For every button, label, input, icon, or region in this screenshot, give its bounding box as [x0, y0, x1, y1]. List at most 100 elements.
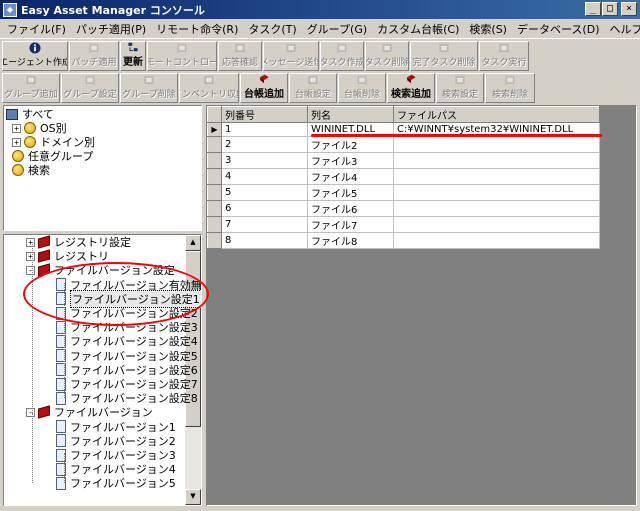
- menu-item-0[interactable]: ファイル(F): [2, 21, 71, 37]
- treeBottom-node[interactable]: ファイルバージョン設定7: [56, 377, 198, 391]
- table-cell[interactable]: ファイル4: [307, 168, 394, 185]
- toolbar1-button-4[interactable]: 応答確認: [218, 41, 262, 71]
- table-cell[interactable]: [393, 232, 600, 249]
- row-header-cell[interactable]: ▶: [207, 122, 222, 137]
- treeBottom-node[interactable]: ファイルバージョン設定6: [56, 363, 198, 377]
- menu-item-7[interactable]: データベース(D): [512, 21, 605, 37]
- table-row[interactable]: 2 ファイル2: [207, 136, 600, 153]
- treeBottom-node[interactable]: + レジストリ: [26, 249, 109, 263]
- table-cell[interactable]: [393, 184, 600, 201]
- maximize-button[interactable]: □: [602, 2, 618, 16]
- column-header-1[interactable]: 列名: [307, 106, 394, 123]
- treeTop-node[interactable]: 任意グループ: [12, 149, 93, 163]
- minimize-button[interactable]: _: [585, 2, 601, 16]
- toolbar1-button-5[interactable]: メッセージ送信: [263, 41, 319, 71]
- info-icon: [29, 42, 41, 54]
- toolbar2-button-8[interactable]: 検索設定: [436, 73, 484, 103]
- table-cell[interactable]: 7: [221, 216, 308, 233]
- table-cell[interactable]: [393, 168, 600, 185]
- toolbar2-button-3[interactable]: インベントリ収集: [179, 73, 239, 103]
- menu-item-8[interactable]: ヘルプ(H): [605, 21, 640, 37]
- table-row[interactable]: 3 ファイル3: [207, 152, 600, 169]
- expand-plus-icon[interactable]: +: [12, 123, 21, 133]
- toolbar2-button-4[interactable]: 台帳追加: [240, 73, 288, 103]
- treeTop-node[interactable]: すべて: [6, 107, 54, 121]
- table-row[interactable]: 4 ファイル4: [207, 168, 600, 185]
- menu-item-6[interactable]: 検索(S): [464, 21, 512, 37]
- table-cell[interactable]: ファイル8: [307, 232, 394, 249]
- collapse-minus-icon[interactable]: -: [26, 265, 35, 275]
- table-cell[interactable]: ファイル6: [307, 200, 394, 217]
- treeBottom-node[interactable]: ファイルバージョン5: [56, 476, 176, 490]
- row-header-cell[interactable]: [207, 216, 222, 233]
- expand-plus-icon[interactable]: +: [12, 137, 21, 147]
- expand-plus-icon[interactable]: +: [26, 251, 35, 261]
- table-cell[interactable]: 3: [221, 152, 308, 169]
- toolbar2-button-2[interactable]: グループ削除: [120, 73, 178, 103]
- treeBottom-node[interactable]: ファイルバージョン3: [56, 448, 176, 462]
- table-cell[interactable]: [393, 136, 600, 153]
- toolbar1-button-6[interactable]: タスク作成: [320, 41, 364, 71]
- table-cell[interactable]: ファイル7: [307, 216, 394, 233]
- toolbar1-button-3[interactable]: リモートコントロール: [147, 41, 217, 71]
- row-header-cell[interactable]: [207, 152, 222, 169]
- table-row[interactable]: 5 ファイル5: [207, 184, 600, 201]
- table-cell[interactable]: ファイル5: [307, 184, 394, 201]
- row-header-cell[interactable]: [207, 200, 222, 217]
- table-cell[interactable]: 1: [221, 122, 308, 137]
- row-header-cell[interactable]: [207, 168, 222, 185]
- table-cell[interactable]: ファイル3: [307, 152, 394, 169]
- menu-item-5[interactable]: カスタム台帳(C): [372, 21, 464, 37]
- treeBottom-node[interactable]: ファイルバージョン2: [56, 434, 176, 448]
- table-cell[interactable]: 2: [221, 136, 308, 153]
- toolbar-button-label: インベントリ収集: [180, 90, 238, 100]
- toolbar2-button-6[interactable]: 台帳削除: [338, 73, 386, 103]
- treeBottom-node[interactable]: ファイルバージョン設定5: [56, 349, 198, 363]
- menu-item-4[interactable]: グループ(G): [302, 21, 372, 37]
- row-header-cell[interactable]: [207, 232, 222, 249]
- table-row[interactable]: 6 ファイル6: [207, 200, 600, 217]
- treeTop-node[interactable]: + OS別: [12, 121, 67, 135]
- toolbar2-button-0[interactable]: グループ追加: [2, 73, 60, 103]
- menu-item-1[interactable]: パッチ適用(P): [71, 21, 151, 37]
- treeBottom-node[interactable]: - ファイルバージョン: [26, 405, 153, 419]
- table-cell[interactable]: 8: [221, 232, 308, 249]
- toolbar1-button-8[interactable]: 完了タスク削除: [410, 41, 478, 71]
- toolbar2-button-5[interactable]: 台帳設定: [289, 73, 337, 103]
- table-cell[interactable]: [393, 216, 600, 233]
- table-row[interactable]: 8 ファイル8: [207, 232, 600, 249]
- toolbar2-button-7[interactable]: 検索追加: [387, 73, 435, 103]
- scroll-up-arrow-icon[interactable]: ▲: [185, 235, 201, 251]
- menu-item-3[interactable]: タスク(T): [243, 21, 301, 37]
- table-cell[interactable]: 6: [221, 200, 308, 217]
- toolbar2-button-9[interactable]: 検索削除: [485, 73, 535, 103]
- close-button[interactable]: ×: [621, 2, 637, 16]
- expand-plus-icon[interactable]: +: [26, 237, 35, 247]
- toolbar1-button-9[interactable]: タスク実行: [479, 41, 529, 71]
- treeBottom-node[interactable]: ファイルバージョン設定4: [56, 334, 198, 348]
- column-header-0[interactable]: 列番号: [221, 106, 308, 123]
- treeBottom-node[interactable]: ファイルバージョン設定8: [56, 391, 198, 405]
- row-header-cell[interactable]: [207, 136, 222, 153]
- scroll-down-arrow-icon[interactable]: ▼: [185, 489, 201, 505]
- table-cell[interactable]: [393, 152, 600, 169]
- row-header-cell[interactable]: [207, 184, 222, 201]
- menu-item-2[interactable]: リモート命令(R): [151, 21, 243, 37]
- treeTop-node[interactable]: + ドメイン別: [12, 135, 95, 149]
- collapse-minus-icon[interactable]: -: [26, 407, 35, 417]
- toolbar1-button-7[interactable]: タスク削除: [365, 41, 409, 71]
- table-row[interactable]: 7 ファイル7: [207, 216, 600, 233]
- toolbar1-button-0[interactable]: エージェント作成: [2, 41, 68, 71]
- toolbar1-button-2[interactable]: 更新: [120, 41, 146, 71]
- table-cell[interactable]: 4: [221, 168, 308, 185]
- table-cell[interactable]: 5: [221, 184, 308, 201]
- table-cell[interactable]: [393, 200, 600, 217]
- treeTop-node[interactable]: 検索: [12, 163, 50, 177]
- column-header-2[interactable]: ファイルパス: [393, 106, 600, 123]
- table-cell[interactable]: ファイル2: [307, 136, 394, 153]
- toolbar2-button-1[interactable]: グループ設定: [61, 73, 119, 103]
- treeBottom-node[interactable]: + レジストリ設定: [26, 235, 131, 249]
- treeBottom-node[interactable]: ファイルバージョン1: [56, 420, 176, 434]
- treeBottom-node[interactable]: ファイルバージョン4: [56, 462, 176, 476]
- toolbar1-button-1[interactable]: パッチ適用: [69, 41, 119, 71]
